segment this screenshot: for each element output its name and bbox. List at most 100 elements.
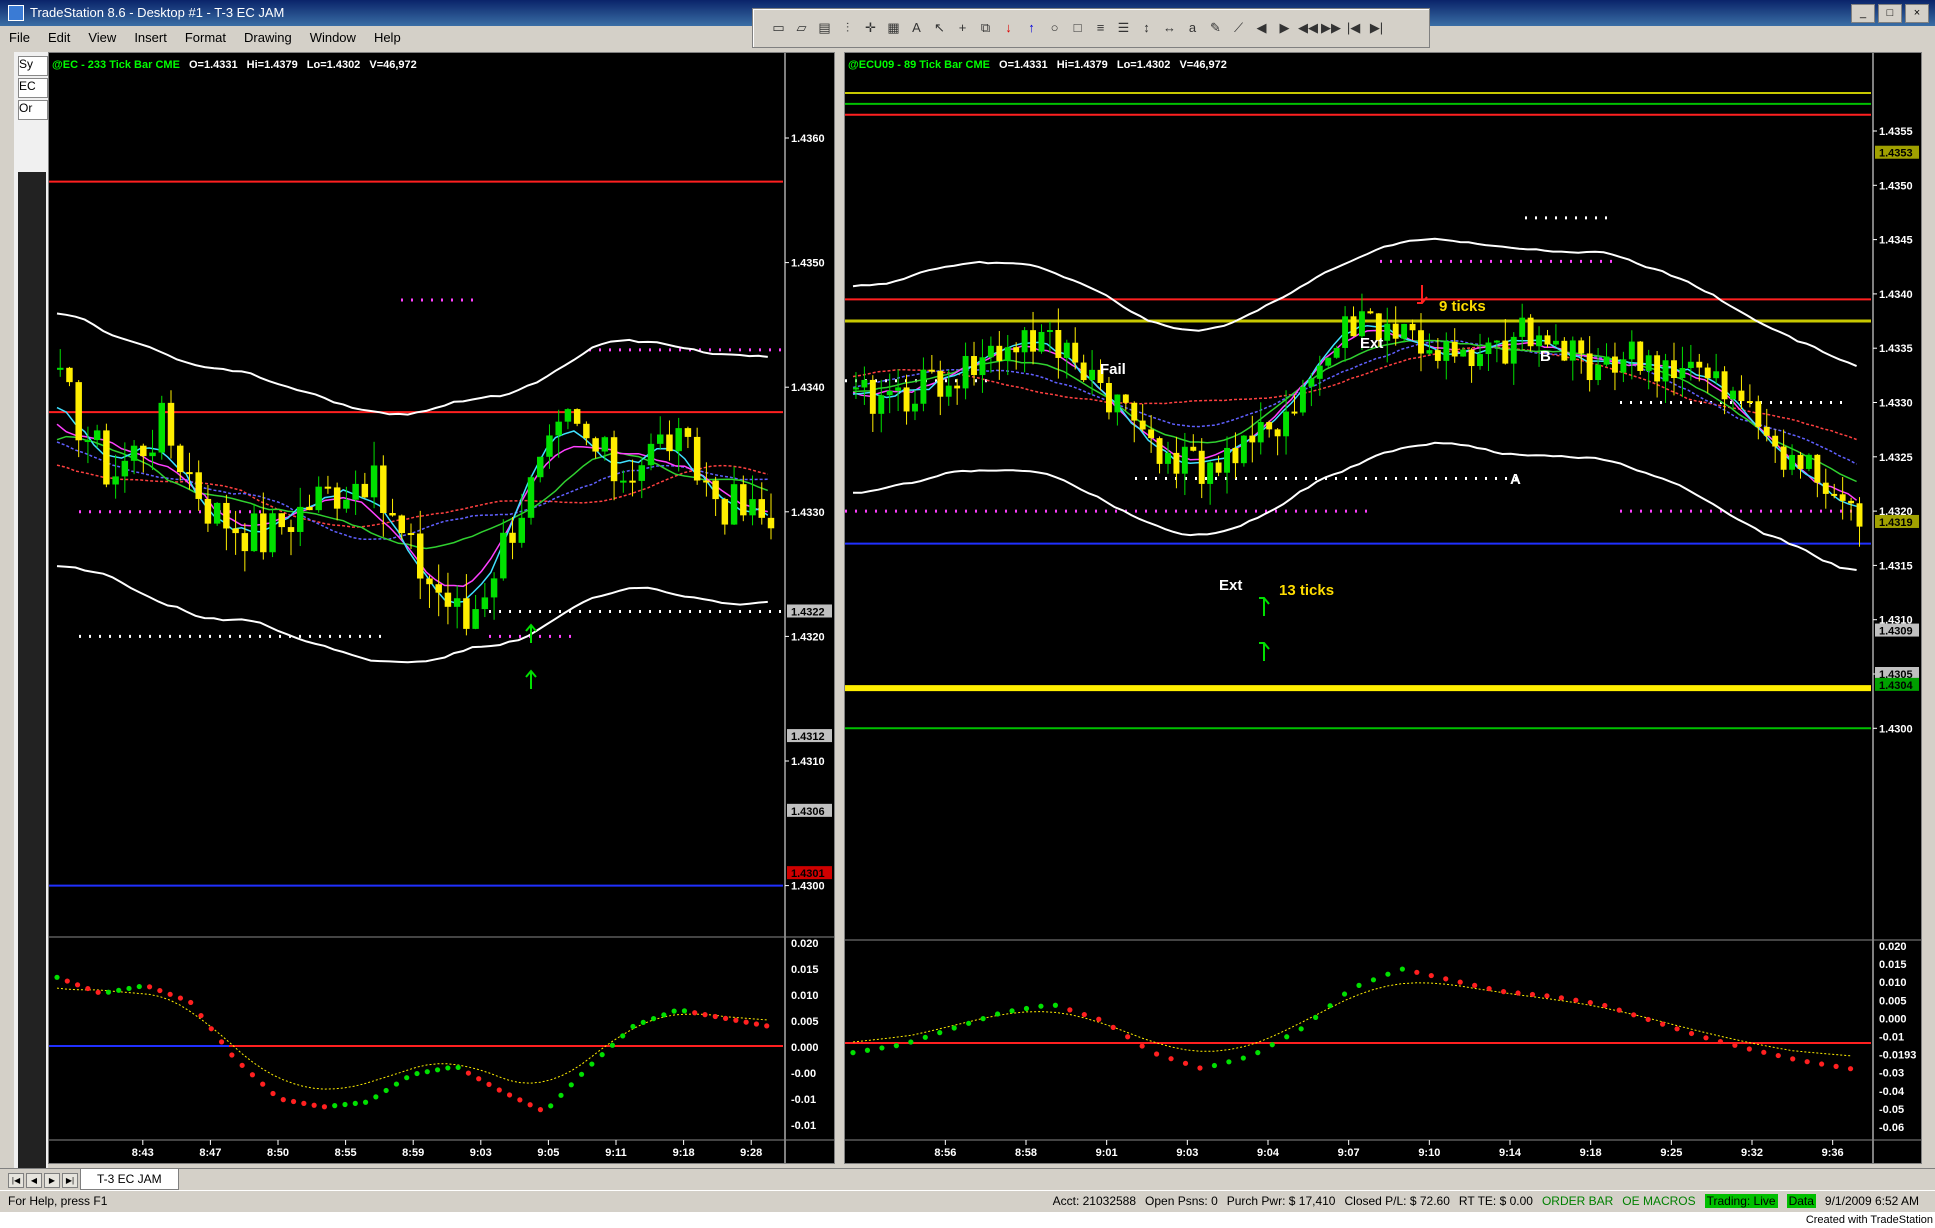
osc-dot — [105, 989, 112, 995]
right-chart-canvas[interactable]: 1.4355 1.4350 1.4345 1.4340 1.4335 1.4330 1.43… — [845, 53, 1921, 1163]
trend-icon[interactable]: ⟋ — [1229, 18, 1248, 38]
menu-file[interactable]: File — [0, 26, 39, 50]
osc-axis-label: 0.015 — [1879, 959, 1907, 971]
candle-body — [657, 434, 664, 444]
up-arrow-icon[interactable]: ↑ — [1022, 18, 1041, 38]
candle-body — [1443, 341, 1450, 361]
ellipse-icon[interactable]: ○ — [1045, 18, 1064, 38]
candle-body — [869, 379, 876, 414]
candle-body — [1046, 330, 1053, 333]
tab-bar: |◀ ◀ ▶ ▶| T-3 EC JAM — [0, 1168, 1935, 1191]
menu-edit[interactable]: Edit — [39, 26, 79, 50]
candle-body — [1603, 356, 1610, 365]
candle-body — [1848, 500, 1855, 504]
candle-body — [1181, 446, 1188, 474]
left-chart-canvas[interactable]: 1.4360 1.4350 1.4340 1.4330 1.4320 1.4310 1.43… — [49, 53, 834, 1163]
last-icon[interactable]: ▶| — [1367, 18, 1386, 38]
copy-icon[interactable]: ⧉ — [976, 18, 995, 38]
tab-next-icon[interactable]: ▶ — [44, 1173, 60, 1188]
ec-field[interactable]: EC — [18, 78, 48, 98]
osc-dot — [1529, 991, 1536, 998]
maximize-button[interactable]: □ — [1878, 4, 1902, 23]
right-chart-window[interactable]: 1.4355 1.4350 1.4345 1.4340 1.4335 1.4330 1.43… — [844, 52, 1922, 1164]
candle-body — [518, 517, 525, 543]
symbol-field[interactable]: Sy — [18, 56, 48, 76]
menu-view[interactable]: View — [79, 26, 125, 50]
left-chart-window[interactable]: 1.4360 1.4350 1.4340 1.4330 1.4320 1.4310 1.43… — [48, 52, 835, 1164]
right-chart-low: Lo=1.4302 — [1116, 59, 1171, 71]
osc-dot — [1125, 1034, 1131, 1040]
candle-body — [1350, 316, 1357, 337]
crosshair-icon[interactable]: ✛ — [861, 18, 880, 38]
menu-format[interactable]: Format — [176, 26, 235, 50]
osc-dot — [496, 1087, 502, 1093]
menu-help[interactable]: Help — [365, 26, 410, 50]
rewind-icon[interactable]: ◀◀ — [1298, 18, 1318, 38]
candle-body — [1114, 394, 1121, 413]
lines-icon[interactable]: ☰ — [1114, 18, 1133, 38]
pen-icon[interactable]: ✎ — [1206, 18, 1225, 38]
osc-dot — [671, 1008, 677, 1014]
price-axis-label: 1.4360 — [791, 133, 825, 145]
osc-dot — [733, 1017, 739, 1023]
candle-body — [1814, 454, 1821, 483]
osc-dot — [1327, 1003, 1333, 1009]
status-order-bar[interactable]: ORDER BAR — [1542, 1194, 1613, 1208]
order-field[interactable]: Or — [18, 100, 48, 120]
osc-dot — [1486, 986, 1492, 992]
grid-icon[interactable]: ▦ — [884, 18, 903, 38]
osc-dot — [1284, 1034, 1290, 1040]
rect-icon[interactable]: □ — [1068, 18, 1087, 38]
osc-axis-label: -0.01 — [1879, 1032, 1904, 1044]
candle-body — [1595, 364, 1602, 381]
candle-body — [1755, 401, 1762, 427]
abc-icon[interactable]: a — [1183, 18, 1202, 38]
candle-body — [333, 487, 341, 509]
menu-window[interactable]: Window — [301, 26, 365, 50]
tab-last-icon[interactable]: ▶| — [62, 1173, 78, 1188]
candle-body — [1561, 340, 1568, 361]
down-arrow-icon[interactable]: ↓ — [999, 18, 1018, 38]
candle-body — [1038, 331, 1045, 352]
candle-body — [1148, 429, 1155, 439]
pointer-icon[interactable]: ↖ — [930, 18, 949, 38]
forward-icon[interactable]: ▶▶ — [1321, 18, 1341, 38]
osc-dot — [188, 999, 194, 1006]
close-button[interactable]: × — [1905, 4, 1929, 23]
annotation-a: A — [1510, 471, 1521, 488]
text-icon[interactable]: A — [907, 18, 926, 38]
first-icon[interactable]: |◀ — [1344, 18, 1363, 38]
fib-icon[interactable]: ≡ — [1091, 18, 1110, 38]
price-tag-label: 1.4353 — [1879, 148, 1913, 160]
left-panel-strip: Sy EC Or — [14, 52, 48, 1172]
menu-insert[interactable]: Insert — [125, 26, 176, 50]
bars-icon[interactable]: ⫶ — [838, 18, 857, 38]
candle-body — [1510, 336, 1517, 364]
book-icon[interactable]: ▤ — [815, 18, 834, 38]
candle-body — [1612, 356, 1618, 373]
minimize-button[interactable]: _ — [1851, 4, 1875, 23]
tab-first-icon[interactable]: |◀ — [8, 1173, 24, 1188]
hline-icon[interactable]: ↔ — [1160, 18, 1179, 38]
candle-body — [895, 387, 902, 391]
osc-axis-label: 0.000 — [791, 1042, 819, 1054]
osc-dot — [702, 1012, 708, 1018]
folder-icon[interactable]: ▭ — [769, 18, 788, 38]
status-data[interactable]: Data — [1786, 1194, 1816, 1208]
plus-icon[interactable]: + — [953, 18, 972, 38]
folder-open-icon[interactable]: ▱ — [792, 18, 811, 38]
menu-drawing[interactable]: Drawing — [235, 26, 301, 50]
tab-t3-ec-jam[interactable]: T-3 EC JAM — [80, 1169, 179, 1190]
candle-body — [1063, 342, 1070, 358]
osc-axis-label: -0.01 — [791, 1120, 816, 1132]
tab-prev-icon[interactable]: ◀ — [26, 1173, 42, 1188]
candle-body — [1367, 311, 1374, 314]
candle-body — [1536, 335, 1543, 347]
vline-icon[interactable]: ↕ — [1137, 18, 1156, 38]
osc-dot — [146, 984, 153, 990]
status-oe-macros[interactable]: OE MACROS — [1622, 1194, 1695, 1208]
status-trading-live[interactable]: Trading: Live — [1704, 1194, 1778, 1208]
candle-body — [1822, 482, 1829, 494]
right-icon[interactable]: ▶ — [1275, 18, 1294, 38]
left-icon[interactable]: ◀ — [1252, 18, 1271, 38]
